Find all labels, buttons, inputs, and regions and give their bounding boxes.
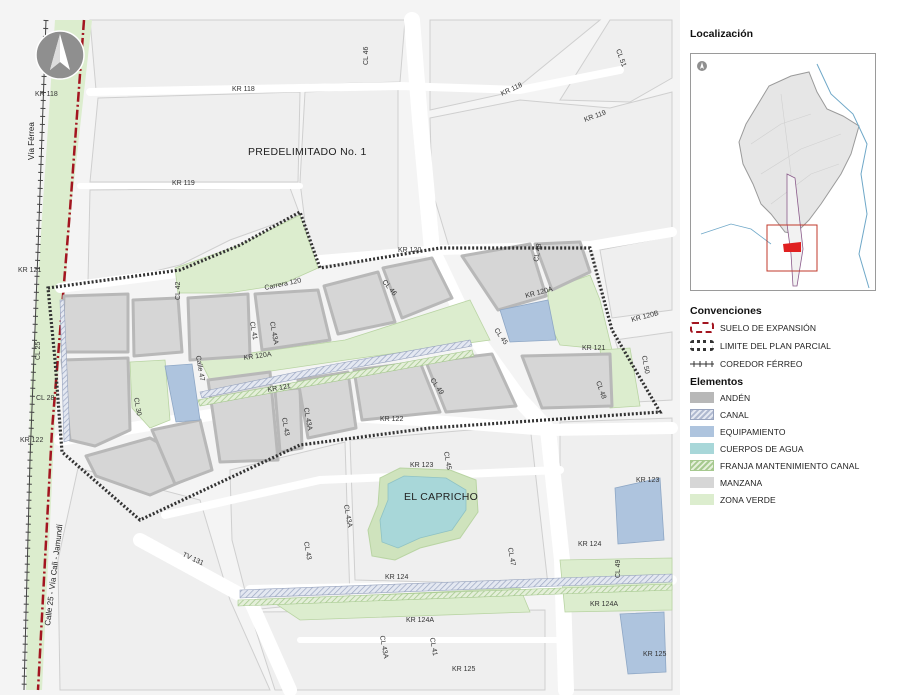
area-label-el-capricho: EL CAPRICHO <box>404 491 478 503</box>
location-inset-map[interactable] <box>690 53 876 291</box>
legend-item-suelo-expansion: SUELO DE EXPANSIÓN <box>690 322 900 335</box>
legend-label: CANAL <box>720 410 749 420</box>
street-label: KR 123 <box>636 477 659 484</box>
legend-label: ZONA VERDE <box>720 495 776 505</box>
legend-item-zona-verde: ZONA VERDE <box>690 494 900 507</box>
legend-swatch <box>690 392 714 403</box>
street-label: CL 42 <box>175 281 182 300</box>
legend-label: FRANJA MANTENIMIENTO CANAL <box>720 461 860 471</box>
legend-swatch <box>690 443 714 454</box>
legend-label: COREDOR FÉRREO <box>720 359 803 369</box>
legend-swatch <box>690 426 714 437</box>
legend-swatch <box>690 322 714 333</box>
street-label: KR 121 <box>582 345 605 352</box>
legend-item-corredor-ferreo: COREDOR FÉRREO <box>690 358 900 371</box>
localizacion-title: Localización <box>690 28 754 40</box>
street-label: KR 124 <box>578 541 601 548</box>
label-via-ferrea: Vía Férrea <box>27 122 36 160</box>
railway-legend-icon <box>690 361 714 367</box>
legend-item-anden: ANDÉN <box>690 392 900 405</box>
legend-swatch <box>690 477 714 488</box>
street-label: KR 119 <box>172 180 195 187</box>
legend-swatch <box>690 340 714 351</box>
legend-swatch <box>690 460 714 471</box>
map-canvas[interactable]: PREDELIMITADO No. 1 EL CAPRICHO Vía Férr… <box>0 0 680 695</box>
street-label: KR 125 <box>643 651 666 658</box>
street-label: KR 124 <box>385 574 408 581</box>
legend-label: SUELO DE EXPANSIÓN <box>720 323 817 333</box>
legend-label: LIMITE DEL PLAN PARCIAL <box>720 341 831 351</box>
street-label: KR 123 <box>410 462 433 469</box>
legend-panel: Localización Convenciones SUELO DE EXPAN… <box>688 0 900 695</box>
street-label: KR 124A <box>406 617 434 624</box>
legend-label: MANZANA <box>720 478 763 488</box>
legend-item-cuerpos-agua: CUERPOS DE AGUA <box>690 443 900 456</box>
street-label: KR 120 <box>398 247 421 254</box>
north-arrow-icon <box>35 30 85 80</box>
legend-item-manzana: MANZANA <box>690 477 900 490</box>
elementos-title: Elementos <box>690 376 744 388</box>
legend-label: EQUIPAMIENTO <box>720 427 786 437</box>
street-label: CL 46 <box>363 46 370 65</box>
legend-swatch <box>690 494 714 505</box>
legend-label: ANDÉN <box>720 393 751 403</box>
street-label: KR 125 <box>452 666 475 673</box>
street-label: CL 25 <box>35 341 42 360</box>
legend-item-equipamiento: EQUIPAMIENTO <box>690 426 900 439</box>
legend-swatch <box>690 409 714 420</box>
inset-map-svg <box>691 54 875 290</box>
legend-item-limite-plan: LIMITE DEL PLAN PARCIAL <box>690 340 900 353</box>
convenciones-title: Convenciones <box>690 305 762 317</box>
street-label: CL 49 <box>615 559 622 578</box>
street-label: CL 28 <box>36 395 55 402</box>
street-label: KR 118 <box>232 86 255 93</box>
street-label: KR 122 <box>380 416 403 423</box>
street-label: KR 124A <box>590 601 618 608</box>
legend-label: CUERPOS DE AGUA <box>720 444 804 454</box>
area-label-predelimitado: PREDELIMITADO No. 1 <box>248 146 367 158</box>
street-label: KR 122 <box>20 437 43 444</box>
street-label: KR 118 <box>35 91 58 98</box>
legend-item-canal: CANAL <box>690 409 900 422</box>
street-label: KR 121 <box>18 267 41 274</box>
legend-item-franja-mantenimiento: FRANJA MANTENIMIENTO CANAL <box>690 460 900 473</box>
